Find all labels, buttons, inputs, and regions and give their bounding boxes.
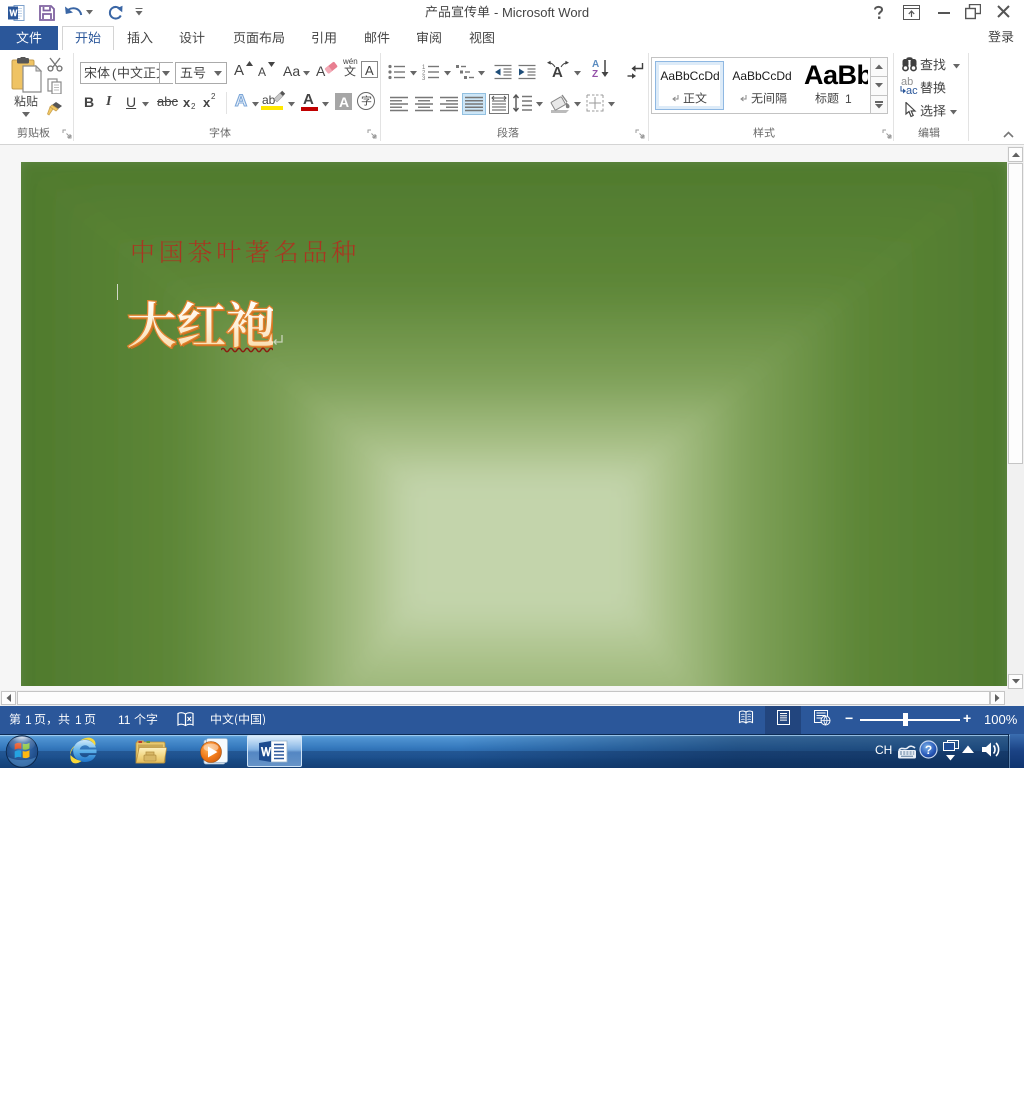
svg-text:3: 3 [422,76,426,80]
svg-text:A: A [235,91,247,110]
svg-text:?: ? [925,743,932,757]
